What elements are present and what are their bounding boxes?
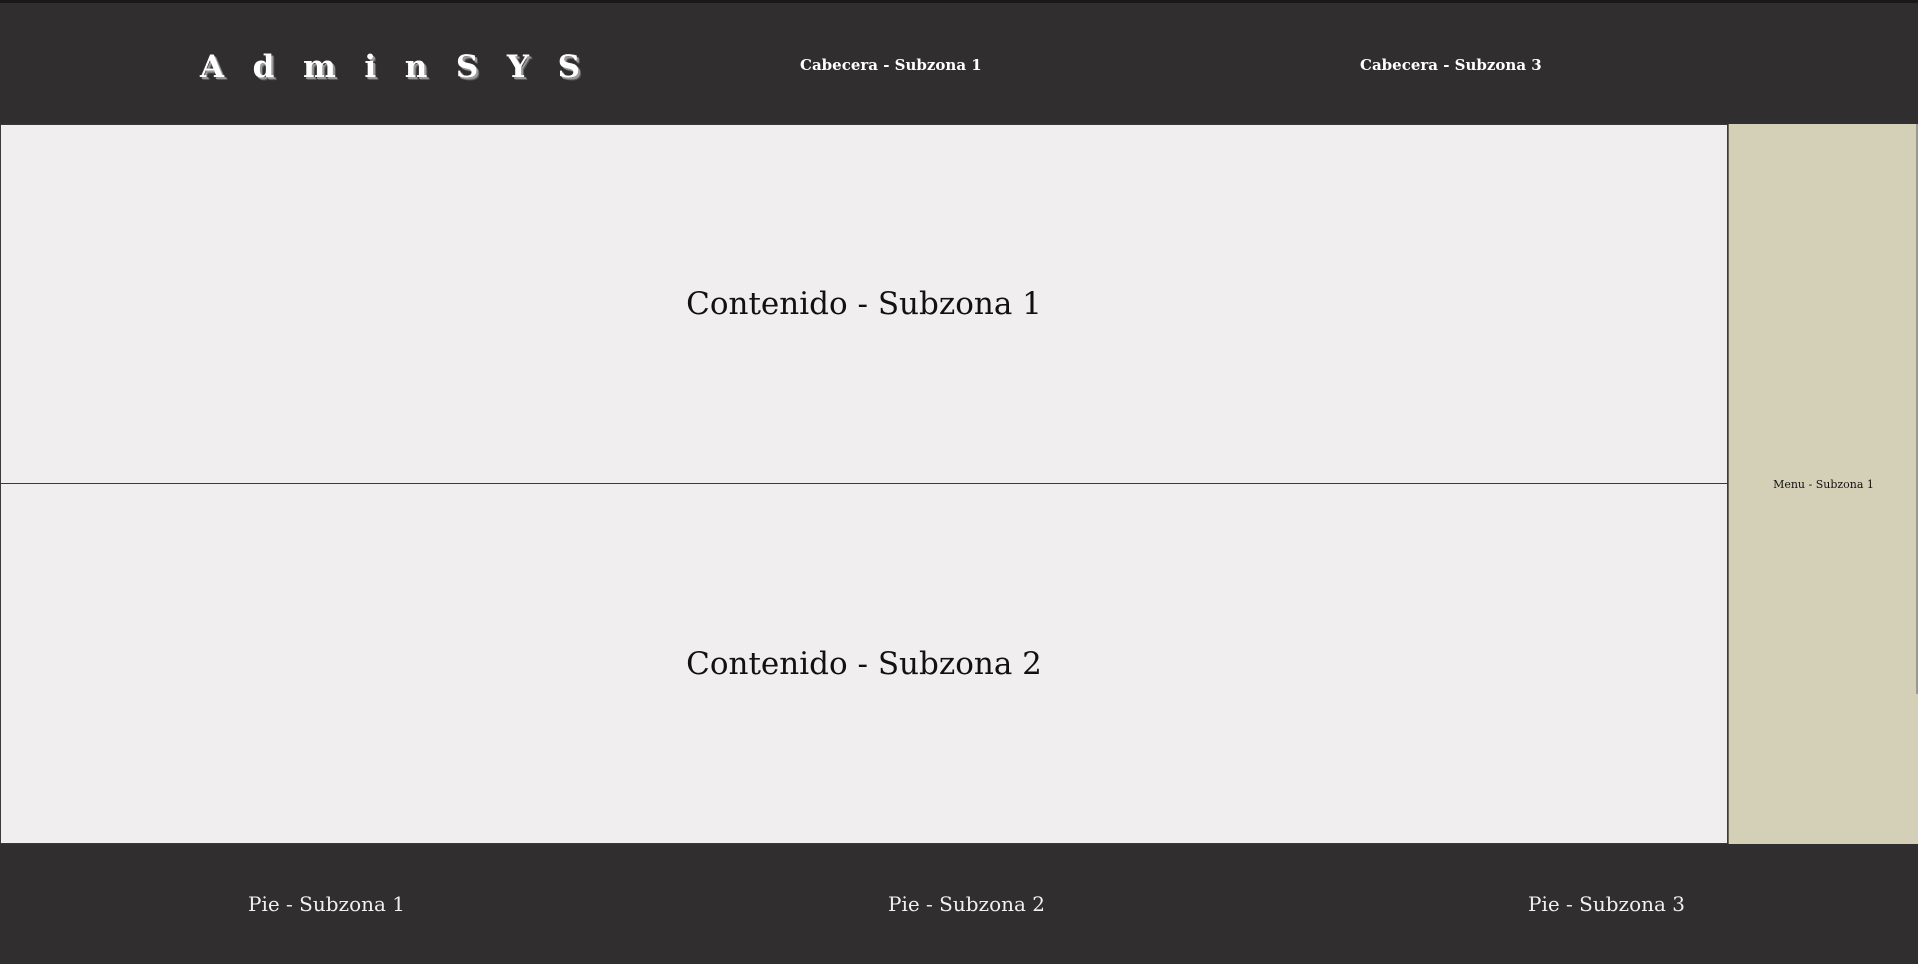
content-subzone-2: Contenido - Subzona 2 xyxy=(0,483,1728,844)
logo: A d m i n S Y S xyxy=(200,49,580,85)
menu-subzone-1-label: Menu - Subzona 1 xyxy=(1773,477,1874,491)
footer-subzone-1: Pie - Subzona 1 xyxy=(248,892,406,916)
logo-letter: d xyxy=(252,49,275,85)
logo-letter: S xyxy=(455,49,479,85)
content-subzone-1: Contenido - Subzona 1 xyxy=(0,124,1728,484)
content-subzone-2-label: Contenido - Subzona 2 xyxy=(686,645,1042,682)
content-subzone-1-label: Contenido - Subzona 1 xyxy=(686,286,1042,322)
header-subzone-3: Cabecera - Subzona 3 xyxy=(1360,56,1542,74)
menu: Menu - Subzona 1 xyxy=(1728,124,1918,844)
header: A d m i n S Y S Cabecera - Subzona 1 Cab… xyxy=(0,0,1918,124)
logo-letter: S xyxy=(557,49,580,85)
footer: Pie - Subzona 1 Pie - Subzona 2 Pie - Su… xyxy=(0,844,1918,964)
logo-letter: n xyxy=(404,49,428,85)
logo-letter: i xyxy=(364,49,377,85)
logo-letter: A xyxy=(200,49,225,85)
logo-letter: Y xyxy=(506,49,529,85)
page: A d m i n S Y S Cabecera - Subzona 1 Cab… xyxy=(0,0,1918,967)
logo-letter: m xyxy=(302,49,336,85)
content: Contenido - Subzona 1 Contenido - Subzon… xyxy=(0,124,1728,844)
header-subzone-1: Cabecera - Subzona 1 xyxy=(800,56,982,74)
footer-subzone-2: Pie - Subzona 2 xyxy=(888,892,1046,916)
footer-subzone-3: Pie - Subzona 3 xyxy=(1528,892,1686,916)
